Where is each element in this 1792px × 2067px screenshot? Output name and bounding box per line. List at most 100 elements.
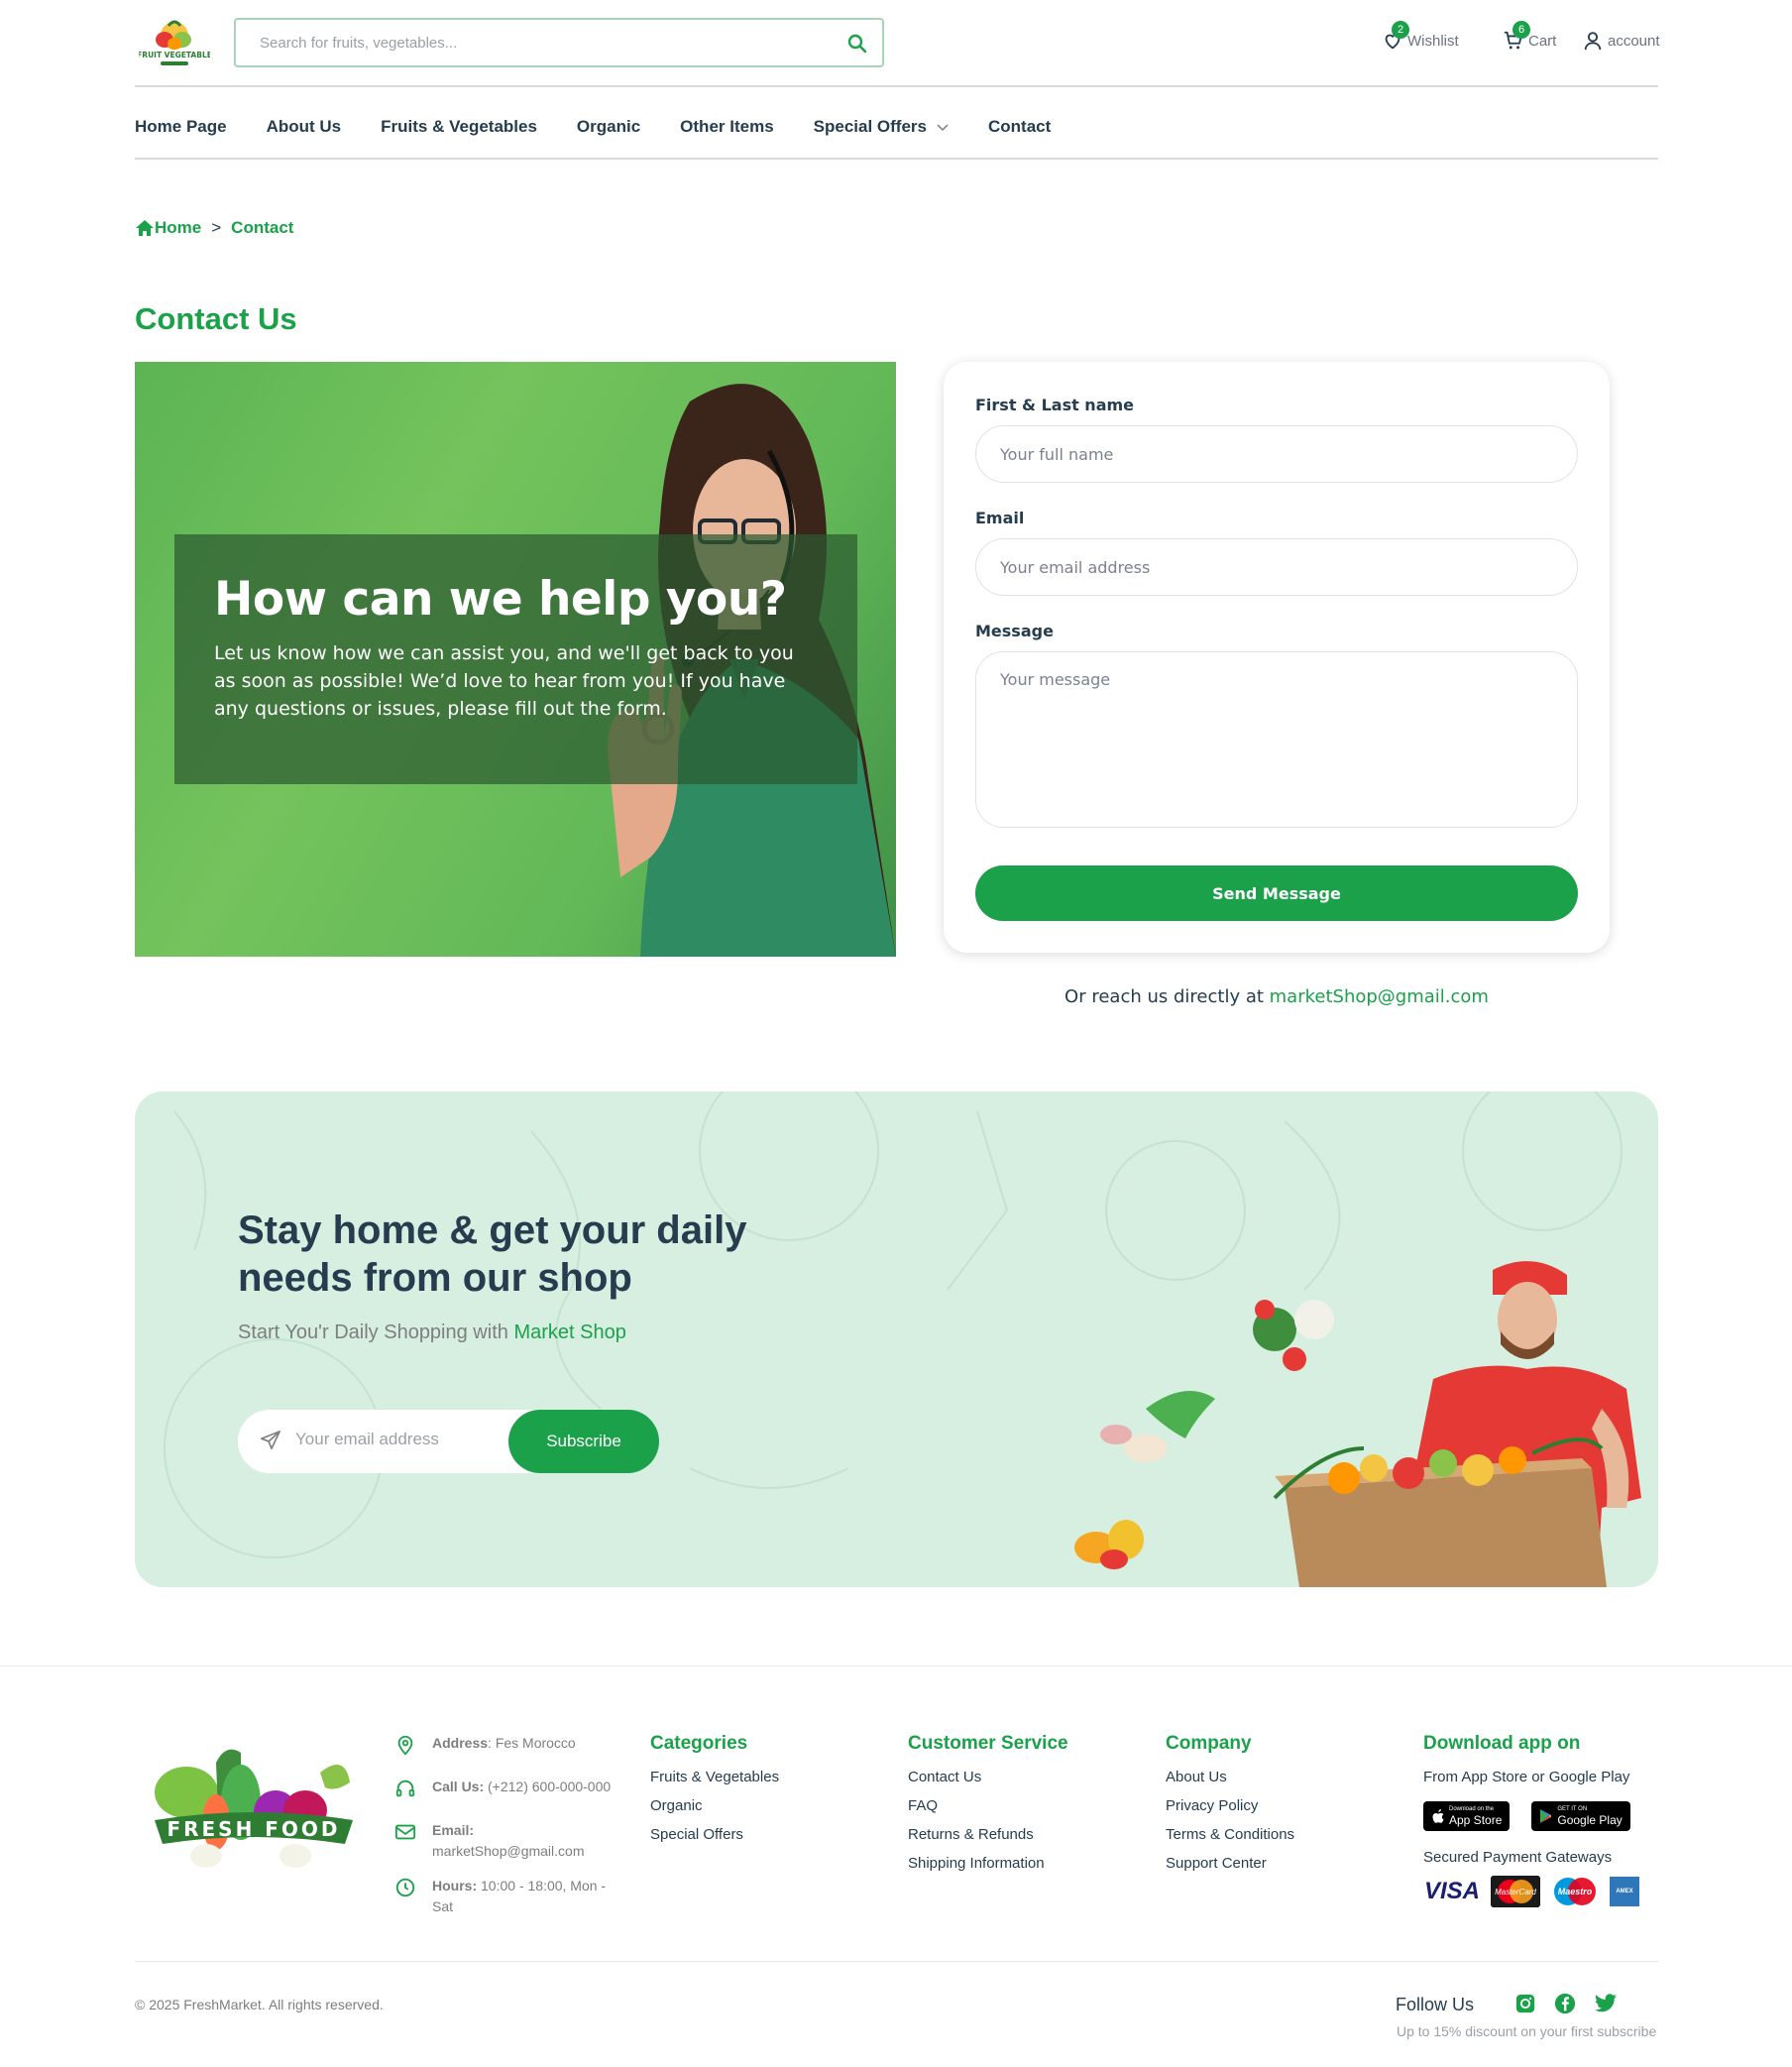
home-icon: [135, 219, 155, 237]
footer-link[interactable]: Special Offers: [650, 1826, 779, 1843]
footer-contact-info: Address: Fes Morocco Call Us: (+212) 600…: [394, 1733, 622, 1931]
maestro-text: Maestro: [1557, 1887, 1593, 1896]
facebook-icon[interactable]: [1554, 1993, 1576, 2019]
clock-icon: [394, 1876, 418, 1917]
send-message-button[interactable]: Send Message: [975, 865, 1578, 921]
page-title: Contact Us: [135, 301, 297, 336]
email-field[interactable]: [975, 538, 1578, 596]
address-label: Address: [432, 1735, 489, 1751]
app-store-label: App Store: [1449, 1813, 1503, 1827]
nav-special-offers[interactable]: Special Offers: [814, 117, 949, 137]
user-icon: [1582, 30, 1608, 52]
footer-hours: Hours: 10:00 - 18:00, Mon - Sat: [394, 1876, 622, 1917]
footer-categories: Categories Fruits & Vegetables Organic S…: [650, 1733, 779, 1855]
social-links: [1514, 1993, 1618, 2019]
subscribe-button[interactable]: Subscribe: [508, 1410, 659, 1473]
footer-company: Company About Us Privacy Policy Terms & …: [1166, 1733, 1294, 1884]
map-pin-icon: [394, 1733, 418, 1763]
brand-logo[interactable]: FRUIT VEGETABLE: [137, 14, 212, 71]
cart-count-badge: 6: [1512, 21, 1530, 39]
google-play-badge[interactable]: GET IT ON Google Play: [1531, 1801, 1630, 1831]
footer-email: Email: marketShop@gmail.com: [394, 1820, 622, 1862]
header-divider: [135, 85, 1658, 87]
wishlist-link[interactable]: 2 Wishlist: [1382, 21, 1459, 56]
nav-divider: [135, 158, 1658, 160]
download-text: From App Store or Google Play: [1423, 1769, 1630, 1785]
reach-directly: Or reach us directly at marketShop@gmail…: [944, 986, 1610, 1007]
headset-icon: [394, 1777, 418, 1806]
mastercard-text: MasterCard: [1495, 1887, 1536, 1896]
nav-about[interactable]: About Us: [267, 117, 342, 137]
name-label: First & Last name: [975, 396, 1135, 414]
search-input[interactable]: [260, 32, 835, 54]
copyright: © 2025 FreshMarket. All rights reserved.: [135, 1997, 384, 2012]
email-value[interactable]: marketShop@gmail.com: [432, 1843, 585, 1859]
account-link[interactable]: account: [1582, 26, 1660, 56]
footer-address: Address: Fes Morocco: [394, 1733, 622, 1763]
email-label: Email: [975, 509, 1025, 527]
footer-download: Download app on From App Store or Google…: [1423, 1733, 1661, 1907]
nav-other-items[interactable]: Other Items: [680, 117, 773, 137]
wishlist-count-badge: 2: [1392, 21, 1409, 39]
maestro-logo: Maestro: [1550, 1876, 1600, 1907]
footer-link[interactable]: Returns & Refunds: [908, 1826, 1068, 1843]
newsletter-subtitle-prefix: Start You'r Daily Shopping with: [238, 1321, 508, 1343]
company-title: Company: [1166, 1733, 1252, 1754]
call-label: Call Us:: [432, 1779, 485, 1794]
subscribe-form: Subscribe: [238, 1410, 659, 1473]
footer-link[interactable]: Fruits & Vegetables: [650, 1769, 779, 1785]
app-store-badge[interactable]: Download on the App Store: [1423, 1801, 1511, 1831]
breadcrumb-current: Contact: [231, 218, 294, 237]
subscribe-email-input[interactable]: [295, 1430, 494, 1449]
twitter-icon[interactable]: [1594, 1993, 1618, 2019]
play-icon: [1539, 1808, 1553, 1824]
heart-icon: 2: [1382, 21, 1409, 52]
footer-link[interactable]: Shipping Information: [908, 1855, 1068, 1872]
email-label: Email:: [432, 1822, 475, 1838]
mail-icon: [394, 1820, 418, 1862]
cart-label: Cart: [1528, 32, 1557, 50]
visa-logo: VISA: [1423, 1878, 1480, 1904]
call-value[interactable]: (+212) 600-000-000: [488, 1779, 611, 1794]
categories-title: Categories: [650, 1733, 748, 1754]
footer-link[interactable]: Support Center: [1166, 1855, 1294, 1872]
footer-link[interactable]: FAQ: [908, 1797, 1068, 1814]
apple-icon: [1431, 1808, 1445, 1824]
footer-link[interactable]: Terms & Conditions: [1166, 1826, 1294, 1843]
footer-divider: [0, 1665, 1792, 1666]
svg-text:FRUIT VEGETABLE: FRUIT VEGETABLE: [139, 51, 210, 59]
send-icon: [260, 1430, 281, 1456]
footer-link[interactable]: About Us: [1166, 1769, 1294, 1785]
footer-link[interactable]: Organic: [650, 1797, 779, 1814]
nav-contact[interactable]: Contact: [988, 117, 1051, 137]
nav-home[interactable]: Home Page: [135, 117, 227, 137]
google-play-label: Google Play: [1557, 1813, 1623, 1827]
nav-special-offers-label: Special Offers: [813, 117, 927, 136]
footer-link[interactable]: Privacy Policy: [1166, 1797, 1294, 1814]
mastercard-logo: MasterCard: [1491, 1876, 1540, 1907]
search-bar[interactable]: [234, 18, 884, 67]
hours-label: Hours:: [432, 1878, 478, 1894]
nav-organic[interactable]: Organic: [577, 117, 640, 137]
name-field[interactable]: [975, 425, 1578, 483]
breadcrumb-home[interactable]: Home: [155, 218, 201, 238]
chevron-down-icon: [937, 117, 949, 137]
footer-logo[interactable]: FRESH FOOD: [147, 1733, 361, 1876]
nav-fruits-vegetables[interactable]: Fruits & Vegetables: [381, 117, 537, 137]
footer-customer-service: Customer Service Contact Us FAQ Returns …: [908, 1733, 1068, 1884]
payment-label: Secured Payment Gateways: [1423, 1849, 1613, 1866]
footer-phone: Call Us: (+212) 600-000-000: [394, 1777, 622, 1806]
footer-link[interactable]: Contact Us: [908, 1769, 1068, 1785]
cart-icon: 6: [1503, 21, 1530, 52]
cart-link[interactable]: 6 Cart: [1503, 21, 1557, 56]
search-icon[interactable]: [846, 33, 868, 55]
payment-logos: VISA MasterCard Maestro AMEX: [1423, 1876, 1661, 1907]
newsletter-banner: Stay home & get your daily needs from ou…: [135, 1091, 1658, 1587]
reach-email-link[interactable]: marketShop@gmail.com: [1270, 986, 1489, 1007]
newsletter-title: Stay home & get your daily needs from ou…: [238, 1208, 747, 1300]
follow-us-label: Follow Us: [1396, 1995, 1475, 2014]
instagram-icon[interactable]: [1514, 1993, 1536, 2019]
newsletter-brand: Market Shop: [513, 1321, 626, 1343]
breadcrumb: Home > Contact: [135, 218, 293, 238]
message-field[interactable]: [975, 651, 1578, 828]
